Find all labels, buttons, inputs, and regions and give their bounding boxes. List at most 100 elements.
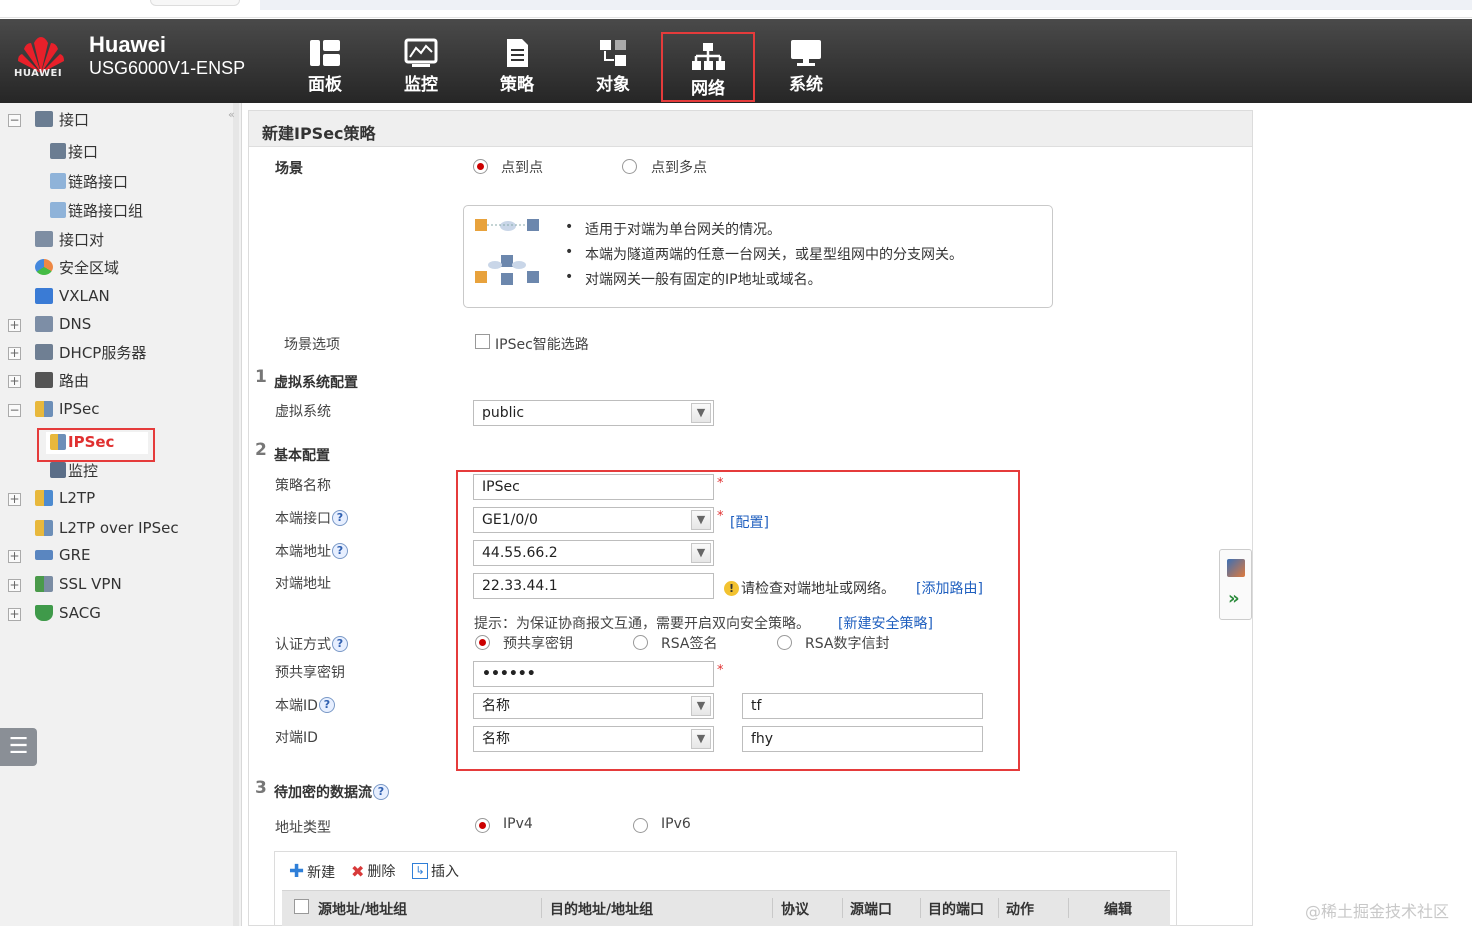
basic-config-highlight (456, 470, 1020, 771)
sidebar-item-ipsec-monitor[interactable]: 监控 (50, 458, 98, 482)
expand-toggle-icon[interactable]: + (8, 375, 21, 388)
sidebar-item-dns[interactable]: DNS (35, 312, 91, 336)
nav-network[interactable]: 网络 (661, 32, 755, 102)
sidebar-item-sacg[interactable]: SACG (35, 601, 101, 625)
sidebar-item-route[interactable]: 路由 (35, 368, 89, 392)
nav-monitor[interactable]: 监控 (374, 30, 468, 100)
nav-label: 网络 (691, 79, 725, 99)
expand-toggle-icon[interactable]: + (8, 347, 21, 360)
help-icon[interactable]: ? (332, 543, 348, 559)
sidebar-item-vxlan[interactable]: VXLAN (35, 284, 110, 308)
delete-icon: ✖ (351, 861, 365, 881)
expand-toggle-icon[interactable]: + (8, 608, 21, 621)
local-address-label: 本端地址 (275, 544, 331, 560)
sidebar-item-label: VXLAN (59, 287, 110, 305)
delete-button[interactable]: ✖ 删除 (351, 861, 395, 881)
column-divider (920, 898, 921, 918)
sidebar-item-security-zone[interactable]: 安全区域 (35, 255, 119, 279)
address-bar[interactable] (260, 0, 1472, 10)
scene-p2mp-radio[interactable] (622, 159, 637, 174)
sidebar-item-label: 接口 (59, 110, 90, 129)
help-icon[interactable]: ? (332, 636, 348, 652)
policy-icon (507, 39, 528, 67)
collapse-toggle-icon[interactable]: − (8, 114, 21, 127)
sidebar-item-link-interface[interactable]: 链路接口 (50, 169, 128, 193)
sidebar-item-dhcp[interactable]: DHCP服务器 (35, 340, 146, 364)
ipv6-radio[interactable] (633, 818, 648, 833)
scene-p2p-radio[interactable] (473, 159, 488, 174)
sidebar-item-label: DNS (59, 315, 92, 333)
browser-tab-strip (0, 0, 1472, 18)
local-address-label-row: 本端地址? (275, 541, 348, 561)
column-divider (1068, 898, 1069, 918)
expand-toggle-icon[interactable]: + (8, 579, 21, 592)
vsys-select[interactable]: public ▼ (473, 400, 714, 426)
select-all-checkbox[interactable] (294, 899, 309, 914)
column-header: 动作 (1006, 902, 1034, 918)
sidebar-item-label: GRE (59, 546, 91, 564)
section-title: 基本配置 (274, 448, 330, 464)
expand-toggle-icon[interactable]: + (8, 493, 21, 506)
dashboard-icon (310, 40, 340, 66)
ipv4-radio[interactable] (475, 818, 490, 833)
brand-name: Huawei (89, 32, 167, 57)
scene-option-title: 场景选项 (284, 337, 340, 353)
addr-type-label: 地址类型 (275, 820, 331, 836)
nav-object[interactable]: 对象 (566, 30, 660, 100)
addr-type-option: IPv4 (503, 816, 533, 832)
tool-icon[interactable] (1227, 559, 1245, 577)
nav-system[interactable]: 系统 (759, 30, 853, 100)
sidebar-item-ssl-vpn[interactable]: SSL VPN (35, 572, 122, 596)
scene-info-line: 对端网关一般有固定的IP地址或域名。 (565, 269, 822, 289)
toolbar-label: 新建 (307, 864, 336, 881)
interface-pair-icon (35, 231, 53, 247)
peer-address-label: 对端地址 (275, 576, 331, 592)
sidebar-item-interface-pair[interactable]: 接口对 (35, 227, 104, 251)
sidebar-item-label: SSL VPN (59, 575, 122, 593)
column-header: 目的端口 (928, 902, 984, 918)
help-icon[interactable]: ? (318, 697, 335, 713)
scene-info-line: 适用于对端为单台网关的情况。 (565, 219, 781, 239)
insert-button[interactable]: ↳ 插入 (412, 861, 459, 881)
sidebar-item-gre[interactable]: GRE (35, 543, 91, 567)
watermark: @稀土掘金技术社区 (1305, 902, 1450, 921)
sidebar-item-link-interface-group[interactable]: 链路接口组 (50, 198, 143, 222)
smart-route-checkbox[interactable] (475, 334, 490, 349)
double-chevron-right-icon[interactable]: » (1228, 588, 1240, 609)
monitor-icon (50, 462, 66, 478)
local-id-label-row: 本端ID? (275, 695, 335, 715)
interface-icon (35, 111, 53, 127)
selection-highlight (37, 428, 155, 462)
scene-info-line: 本端为隧道两端的任意一台网关，或星型组网中的分支网关。 (565, 244, 963, 264)
smart-route-label: IPSec智能选路 (495, 337, 589, 353)
column-divider (998, 898, 999, 918)
list-menu-icon[interactable]: ☰ (0, 728, 37, 766)
collapse-sidebar-icon[interactable]: « (228, 108, 235, 121)
expand-toggle-icon[interactable]: + (8, 319, 21, 332)
sidebar-item-label: 接口 (68, 142, 99, 161)
nav-dashboard[interactable]: 面板 (278, 30, 372, 100)
new-button[interactable]: ✚ 新建 (289, 861, 335, 882)
vxlan-icon (35, 288, 53, 304)
sidebar-item-l2tp-over-ipsec[interactable]: L2TP over IPSec (35, 516, 179, 540)
section-title-row: 待加密的数据流? (274, 782, 389, 802)
vsys-label: 虚拟系统 (275, 404, 331, 420)
peer-id-label: 对端ID (275, 730, 318, 746)
expand-toggle-icon[interactable]: + (8, 550, 21, 563)
collapse-toggle-icon[interactable]: − (8, 404, 21, 417)
sidebar-item-label: 路由 (59, 371, 90, 390)
browser-tab[interactable] (150, 0, 240, 6)
l2tp-icon (35, 490, 53, 506)
help-icon[interactable]: ? (332, 510, 348, 526)
shield-icon (35, 605, 53, 621)
sidebar-item-interface-sub[interactable]: 接口 (50, 139, 98, 163)
toolbar-label: 删除 (367, 864, 396, 880)
nav-policy[interactable]: 策略 (470, 30, 564, 100)
section-title: 待加密的数据流 (274, 785, 372, 801)
table-header (282, 890, 1170, 926)
sidebar-item-interface[interactable]: 接口 (35, 107, 89, 131)
sidebar-item-l2tp[interactable]: L2TP (35, 486, 95, 510)
insert-icon: ↳ (412, 863, 428, 879)
sidebar-item-ipsec[interactable]: IPSec (35, 397, 99, 421)
help-icon[interactable]: ? (373, 784, 389, 800)
